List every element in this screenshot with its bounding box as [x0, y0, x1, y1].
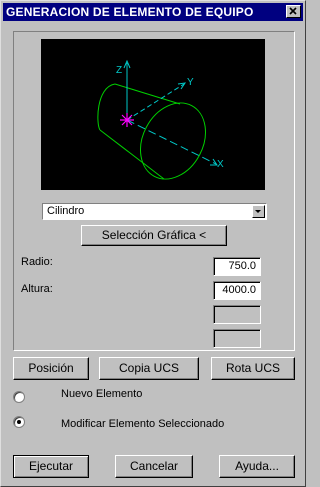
new-element-radio[interactable]: [13, 391, 25, 403]
new-element-label: Nuevo Elemento: [61, 388, 143, 400]
cylinder-bottom-edge: [99, 129, 165, 180]
param-input-4[interactable]: [213, 329, 261, 348]
chevron-down-icon: [255, 210, 261, 213]
x-axis-arrow: [210, 158, 218, 166]
close-icon: [289, 7, 297, 15]
cylinder-front-cap: [140, 102, 206, 180]
origin-marker: [120, 113, 134, 127]
title-bar[interactable]: GENERACION DE ELEMENTO DE EQUIPO: [3, 3, 303, 21]
y-axis-label: Y: [187, 77, 194, 88]
radius-input[interactable]: 750.0: [213, 257, 261, 276]
radius-label: Radio:: [21, 256, 53, 268]
position-button[interactable]: Posición: [13, 357, 89, 380]
shape-select-value: Cilindro: [47, 205, 85, 217]
z-axis-label: Z: [116, 65, 122, 76]
preview-canvas: Z Y X: [97, 59, 224, 180]
close-button[interactable]: [286, 5, 301, 18]
modify-element-label: Modificar Elemento Seleccionado: [61, 418, 225, 430]
rotate-ucs-button[interactable]: Rota UCS: [211, 357, 295, 380]
graphic-select-button[interactable]: Selección Gráfica <: [81, 225, 227, 246]
modify-element-radio[interactable]: [13, 416, 25, 428]
x-axis-label: X: [217, 159, 224, 170]
dialog-window: GENERACION DE ELEMENTO DE EQUIPO Z Y X C…: [0, 0, 306, 487]
cylinder-back-cap: [97, 83, 116, 131]
help-button[interactable]: Ayuda...: [219, 455, 295, 478]
execute-button[interactable]: Ejecutar: [13, 455, 89, 478]
window-title: GENERACION DE ELEMENTO DE EQUIPO: [6, 5, 254, 19]
dropdown-button[interactable]: [252, 205, 265, 218]
cylinder-top-edge: [114, 83, 181, 105]
param-input-3[interactable]: [213, 305, 261, 324]
cancel-button[interactable]: Cancelar: [115, 455, 193, 478]
x-axis-line: [126, 119, 217, 165]
height-label: Altura:: [21, 283, 53, 295]
copy-ucs-button[interactable]: Copia UCS: [99, 357, 199, 380]
radio-selected-dot: [17, 420, 21, 424]
shape-select[interactable]: Cilindro: [42, 203, 267, 220]
cylinder-preview: Z Y X: [41, 39, 265, 190]
height-input[interactable]: 4000.0: [213, 281, 261, 300]
